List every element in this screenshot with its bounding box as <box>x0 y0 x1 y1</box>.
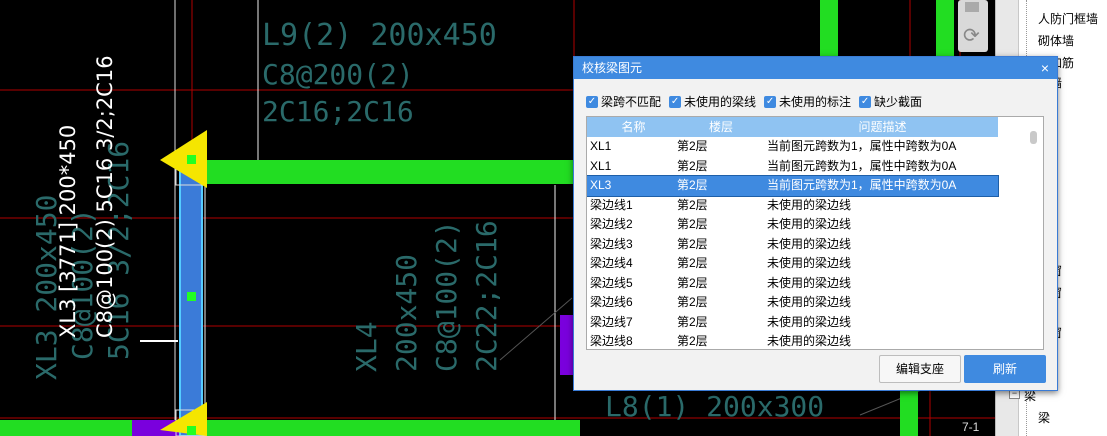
column-header-floor[interactable]: 楼层 <box>677 117 767 137</box>
cell-floor: 第2层 <box>677 314 708 329</box>
xl4-stirrup-label: C8@100(2) <box>430 220 463 372</box>
l8-beam-label: L8(1) 200x300 <box>605 390 825 423</box>
table-row[interactable]: 梁边线7 第2层 未使用的梁边线 <box>587 313 998 333</box>
table-row[interactable]: 梁边线5 第2层 未使用的梁边线 <box>587 274 998 294</box>
cell-name: 梁边线3 <box>590 236 633 251</box>
cell-floor: 第2层 <box>677 197 708 212</box>
cell-description: 未使用的梁边线 <box>767 314 852 329</box>
l9-bars-label: 2C16;2C16 <box>262 95 414 128</box>
xl4-size-label: 200x450 <box>390 253 423 372</box>
cell-description: 未使用的梁边线 <box>767 256 852 270</box>
close-icon[interactable]: × <box>1041 57 1049 79</box>
dialog-title: 校核梁图元 <box>582 61 643 75</box>
cell-floor: 第2层 <box>677 295 708 309</box>
table-row[interactable]: XL1 第2层 当前图元跨数为1，属性中跨数为0A <box>587 137 998 157</box>
tree-item-masonry-wall[interactable]: 砌体墙 <box>1038 32 1074 49</box>
filter-unused-beam-line[interactable]: ✓ 未使用的梁线 <box>669 93 756 110</box>
cell-floor: 第2层 <box>677 217 708 231</box>
tree-item-beam[interactable]: 梁 <box>1038 409 1050 426</box>
cell-name: 梁边线5 <box>590 275 633 290</box>
l9-beam-label: L9(2) 200x450 <box>262 18 497 53</box>
table-row[interactable]: 梁边线8 第2层 未使用的梁边线 <box>587 332 998 349</box>
rotate-icon[interactable]: ⟳ <box>963 26 980 46</box>
cell-name: XL3 <box>590 178 612 192</box>
view-toolbar: ⟳ <box>958 0 988 52</box>
scrollbar-thumb[interactable] <box>1030 131 1037 144</box>
cell-floor: 第2层 <box>677 158 708 173</box>
filter-checkboxes: ✓ 梁跨不匹配 ✓ 未使用的梁线 ✓ 未使用的标注 ✓ 缺少截面 <box>586 93 922 110</box>
table-header: 名称 楼层 问题描述 <box>587 117 998 137</box>
cell-name: 梁边线7 <box>590 314 633 329</box>
box-icon[interactable] <box>965 2 979 12</box>
refresh-button[interactable]: 刷新 <box>964 355 1046 383</box>
grid-marker-label: 7-1 <box>962 420 980 434</box>
checkbox-checked-icon[interactable]: ✓ <box>586 95 598 108</box>
cell-description: 未使用的梁边线 <box>767 295 852 309</box>
check-beam-dialog: 校核梁图元 × ✓ 梁跨不匹配 ✓ 未使用的梁线 ✓ 未使用的标注 ✓ 缺少截面 名称 … <box>573 56 1058 391</box>
edit-support-button[interactable]: 编辑支座 <box>879 355 961 383</box>
cell-description: 当前图元跨数为1，属性中跨数为0A <box>767 158 957 173</box>
cell-description: 当前图元跨数为1，属性中跨数为0A <box>767 178 957 192</box>
filter-unused-annotation[interactable]: ✓ 未使用的标注 <box>764 93 851 110</box>
tree-item-rf-door-wall[interactable]: 人防门框墙 <box>1038 10 1098 27</box>
column-header-description[interactable]: 问题描述 <box>767 117 998 137</box>
cell-name: XL1 <box>590 158 612 173</box>
cell-floor: 第2层 <box>677 334 708 348</box>
xl4-name-label: XL4 <box>350 321 383 372</box>
cell-description: 未使用的梁边线 <box>767 217 852 231</box>
table-row[interactable]: 梁边线2 第2层 未使用的梁边线 <box>587 215 998 235</box>
table-row[interactable]: 梁边线4 第2层 未使用的梁边线 <box>587 254 998 274</box>
table-row[interactable]: 梁边线1 第2层 未使用的梁边线 <box>587 196 998 216</box>
cell-name: XL1 <box>590 139 612 153</box>
table-row[interactable]: 梁边线3 第2层 未使用的梁边线 <box>587 235 998 255</box>
checkbox-checked-icon[interactable]: ✓ <box>669 95 682 108</box>
cell-floor: 第2层 <box>677 275 708 290</box>
checkbox-checked-icon[interactable]: ✓ <box>859 95 872 108</box>
cell-description: 未使用的梁边线 <box>767 334 852 348</box>
cell-name: 梁边线6 <box>590 295 633 309</box>
filter-label: 缺少截面 <box>874 95 923 109</box>
checkbox-checked-icon[interactable]: ✓ <box>764 95 777 108</box>
column-header-name[interactable]: 名称 <box>587 117 677 137</box>
filter-span-mismatch[interactable]: ✓ 梁跨不匹配 <box>586 93 661 110</box>
filter-missing-section[interactable]: ✓ 缺少截面 <box>859 93 922 110</box>
issues-table: 名称 楼层 问题描述 XL1 第2层 当前图元跨数为1，属性中跨数为0A XL1 第2层… <box>586 116 1044 350</box>
cell-name: 梁边线4 <box>590 256 633 270</box>
table-scrollbar[interactable] <box>1025 117 1043 349</box>
filter-label: 未使用的标注 <box>779 95 852 109</box>
filter-label: 未使用的梁线 <box>684 95 757 109</box>
table-body: XL1 第2层 当前图元跨数为1，属性中跨数为0A XL1 第2层 当前图元跨数为1，属性… <box>587 137 1043 349</box>
cell-description: 未使用的梁边线 <box>767 275 852 290</box>
cell-name: 梁边线2 <box>590 217 633 231</box>
xl3-rebar-label: C8@100(2) 5C16 3/2;2C16 <box>93 55 117 338</box>
filter-label: 梁跨不匹配 <box>601 95 662 109</box>
cell-floor: 第2层 <box>677 236 708 251</box>
cell-description: 未使用的梁边线 <box>767 197 852 212</box>
cell-floor: 第2层 <box>677 139 708 153</box>
table-row[interactable]: 梁边线6 第2层 未使用的梁边线 <box>587 293 998 313</box>
l9-stirrup-label: C8@200(2) <box>262 58 414 91</box>
cell-name: 梁边线1 <box>590 197 633 212</box>
cell-floor: 第2层 <box>677 256 708 270</box>
xl4-bars-label: 2C22;2C16 <box>470 220 503 372</box>
dialog-title-bar[interactable]: 校核梁图元 × <box>574 57 1057 79</box>
cell-description: 当前图元跨数为1，属性中跨数为0A <box>767 139 957 153</box>
table-row[interactable]: XL3 第2层 当前图元跨数为1，属性中跨数为0A <box>587 175 999 197</box>
cell-description: 未使用的梁边线 <box>767 236 852 251</box>
cell-name: 梁边线8 <box>590 334 633 348</box>
cell-floor: 第2层 <box>677 178 708 192</box>
xl3-beam-label: XL3 [3771] 200*450 <box>56 124 80 338</box>
table-row[interactable]: XL1 第2层 当前图元跨数为1，属性中跨数为0A <box>587 157 998 177</box>
